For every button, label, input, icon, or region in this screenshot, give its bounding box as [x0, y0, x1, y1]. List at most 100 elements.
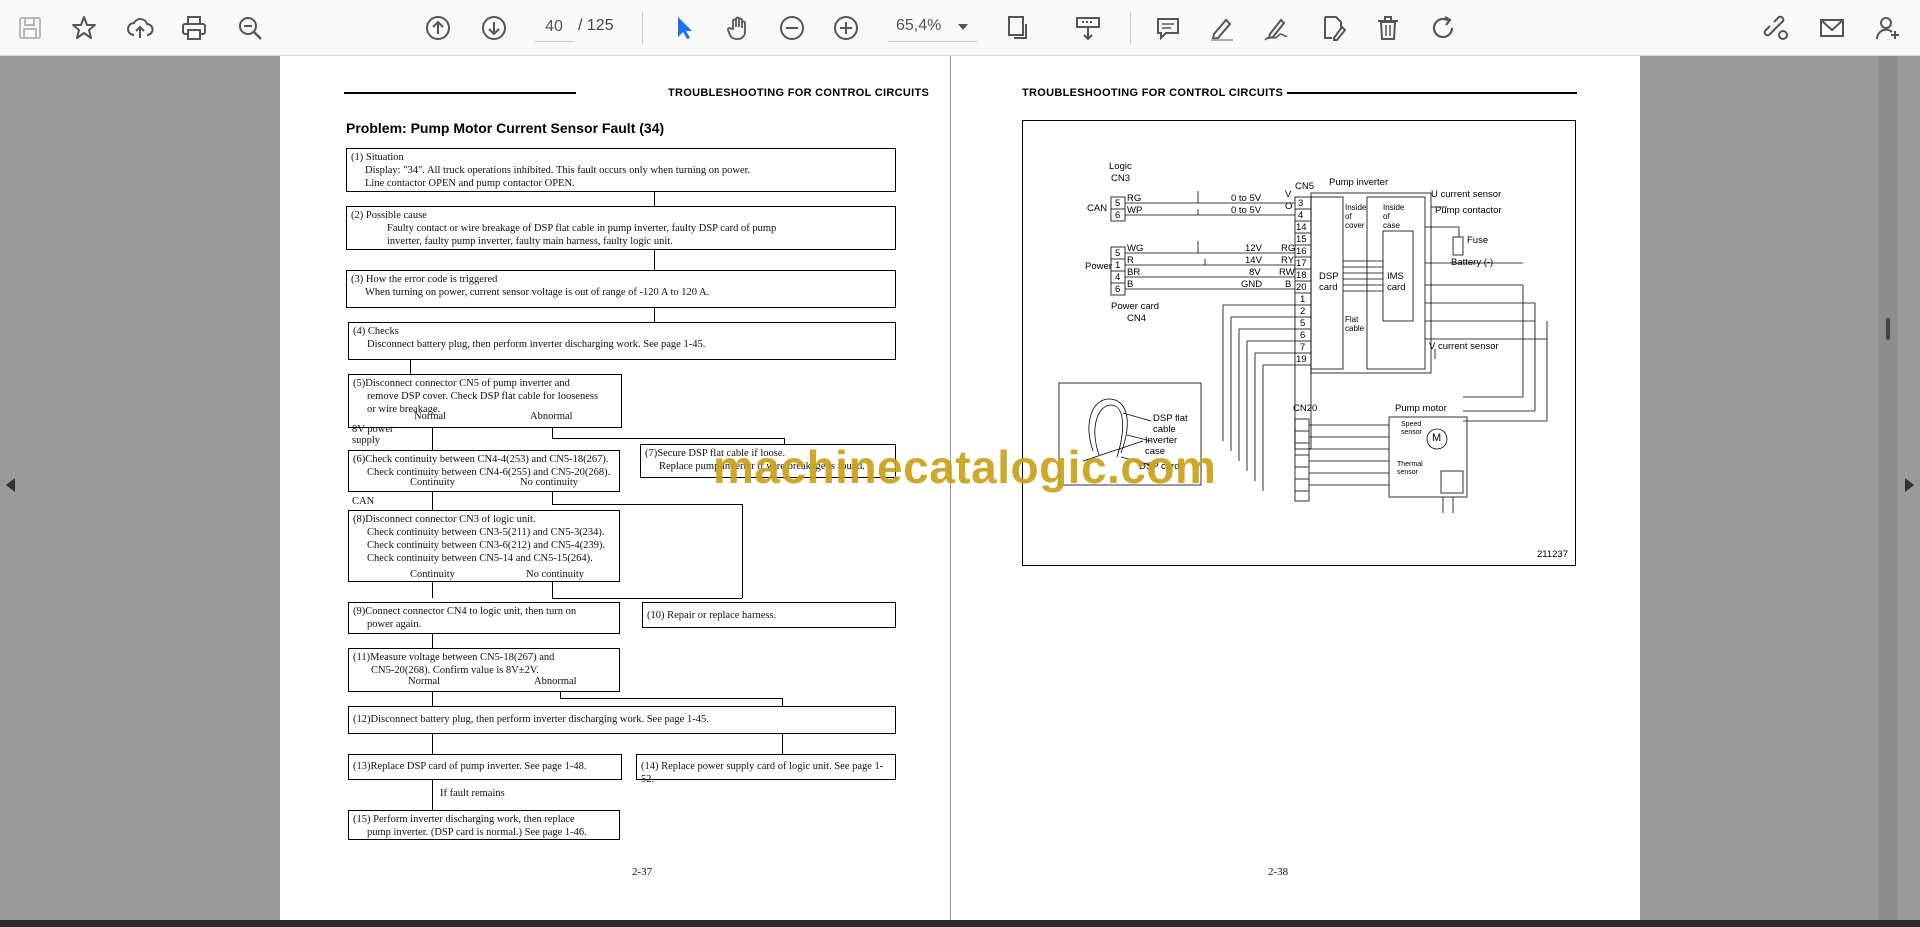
page-number: 2-38: [1268, 866, 1289, 878]
flow-line: [552, 504, 742, 505]
pin-label: 6: [1115, 284, 1121, 295]
pin-label: 17: [1296, 258, 1307, 269]
box-text: (12)Disconnect battery plug, then perfor…: [353, 714, 709, 725]
label-cn20: CN20: [1293, 403, 1318, 414]
pin-label: 6: [1300, 330, 1306, 341]
extract-page-icon[interactable]: [1070, 10, 1106, 46]
label-line: cover: [1345, 221, 1365, 230]
select-cursor-icon[interactable]: [666, 10, 702, 46]
save-icon[interactable]: [12, 10, 48, 46]
label-line: sensor: [1401, 429, 1423, 436]
vertical-scrollbar[interactable]: [1878, 56, 1898, 920]
label-inside-cover: Inside of cover: [1345, 203, 1366, 230]
comment-icon[interactable]: [1150, 10, 1186, 46]
delete-icon[interactable]: [1370, 10, 1406, 46]
wire-code: RG: [1127, 193, 1142, 204]
page-header: TROUBLESHOOTING FOR CONTROL CIRCUITS: [668, 87, 930, 99]
bottom-bar: [0, 920, 1920, 927]
pin-label: 7: [1300, 342, 1306, 353]
label-cn5: CN5: [1295, 181, 1315, 192]
box-text: pump inverter. (DSP card is normal.) See…: [367, 827, 587, 838]
label-pump-motor: Pump motor: [1395, 403, 1447, 414]
pin-label: 1: [1300, 294, 1306, 305]
flow-box-6: (6)Check continuity between CN4-4(253) a…: [348, 450, 620, 492]
label-line: card: [1387, 282, 1406, 293]
edit-doc-icon[interactable]: [1316, 10, 1352, 46]
flow-box-possible-cause: (2) Possible cause Faulty contact or wir…: [346, 206, 896, 250]
upload-cloud-icon[interactable]: [122, 10, 158, 46]
wire-code: O: [1285, 201, 1293, 212]
flow-box-15: (15) Perform inverter discharging work, …: [348, 810, 620, 840]
wire-code: RW: [1279, 267, 1295, 278]
box-text: (13)Replace DSP card of pump inverter. S…: [353, 761, 587, 772]
label-flat-cable: Flat cable: [1345, 315, 1364, 333]
next-page-arrow-icon[interactable]: [1905, 478, 1914, 492]
scrollbar-grip[interactable]: [1886, 318, 1890, 340]
share-link-icon[interactable]: [1758, 10, 1794, 46]
page-number-input[interactable]: [534, 12, 574, 42]
page-fit-icon[interactable]: [1000, 10, 1036, 46]
add-user-icon[interactable]: [1870, 10, 1906, 46]
flow-line: [432, 634, 433, 648]
label-line: Thermal: [1397, 461, 1423, 468]
zoom-in-icon[interactable]: [828, 10, 864, 46]
previous-page-arrow-icon[interactable]: [6, 478, 15, 492]
label-power-card: Power card: [1111, 301, 1160, 312]
print-icon[interactable]: [176, 10, 212, 46]
label-inside-case: Inside of case: [1383, 203, 1404, 230]
mail-icon[interactable]: [1814, 10, 1850, 46]
flow-line: [552, 582, 553, 598]
flow-box-trigger: (3) How the error code is triggered When…: [346, 270, 896, 308]
label-line: DSP: [1319, 271, 1339, 282]
page-down-icon[interactable]: [476, 10, 512, 46]
hand-pan-icon[interactable]: [720, 10, 756, 46]
wire-code: B: [1285, 279, 1292, 290]
voltage-label: 14V: [1245, 255, 1262, 266]
wire-code: RY: [1281, 255, 1295, 266]
sign-pen-icon[interactable]: [1258, 10, 1294, 46]
wire-code: BR: [1127, 267, 1141, 278]
box-text: power again.: [367, 619, 422, 630]
pin-label: 20: [1296, 282, 1307, 293]
label-speed-sensor: Speed sensor: [1401, 421, 1422, 437]
voltage-label: 0 to 5V: [1231, 205, 1262, 216]
zoom-out-icon[interactable]: [774, 10, 810, 46]
highlight-pen-icon[interactable]: [1204, 10, 1240, 46]
flow-line: [552, 598, 742, 599]
pin-label: 18: [1296, 270, 1307, 281]
pin-label: 4: [1115, 272, 1121, 283]
label-pump-contactor: Pump contactor: [1435, 205, 1502, 216]
branch-label: No continuity: [526, 569, 585, 580]
box-text: remove DSP cover. Check DSP flat cable f…: [367, 391, 599, 402]
voltage-label: 8V: [1249, 267, 1261, 278]
flow-box-13: (13)Replace DSP card of pump inverter. S…: [348, 754, 622, 780]
pin-label: 3: [1298, 198, 1304, 209]
flow-line: [432, 734, 433, 754]
chevron-down-icon[interactable]: [958, 24, 968, 30]
label-line: of: [1345, 212, 1352, 221]
header-rule: [344, 92, 576, 94]
label-dsp-flat-cable: DSP flat cable: [1153, 413, 1188, 435]
flow-box-10: (10) Repair or replace harness.: [642, 602, 896, 628]
pin-label: 14: [1296, 222, 1307, 233]
box-text: (10) Repair or replace harness.: [647, 610, 777, 621]
label-ims-card: IMS card: [1387, 271, 1405, 293]
flow-line: [552, 428, 553, 438]
label-dsp-card: DSP card: [1319, 271, 1339, 293]
pin-label: 15: [1296, 234, 1307, 245]
zoom-search-icon[interactable]: [232, 10, 268, 46]
page-up-icon[interactable]: [420, 10, 456, 46]
branch-label: Abnormal: [530, 411, 573, 422]
redo-icon[interactable]: [1426, 10, 1462, 46]
box-text: (4) Checks: [353, 326, 399, 337]
bookmark-star-icon[interactable]: [66, 10, 102, 46]
branch-label: Abnormal: [534, 676, 577, 687]
box-text: Display: "34". All truck operations inhi…: [365, 165, 751, 176]
label-v-sensor: V current sensor: [1429, 341, 1499, 352]
label-cn4: CN4: [1127, 313, 1147, 324]
box-text: When turning on power, current sensor vo…: [365, 287, 710, 298]
box-text: (5)Disconnect connector CN5 of pump inve…: [353, 378, 570, 389]
flow-line: [432, 780, 433, 810]
flow-line: [552, 438, 784, 439]
pin-label: 5: [1115, 198, 1121, 209]
